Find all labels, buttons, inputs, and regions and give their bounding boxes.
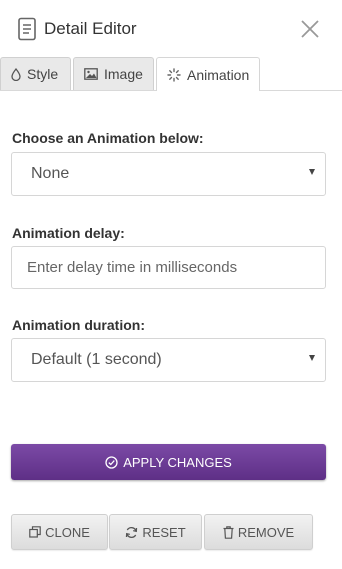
animation-duration-label: Animation duration: (12, 317, 145, 333)
chevron-down-icon (309, 169, 315, 175)
check-circle-icon (105, 455, 118, 469)
animation-delay-placeholder: Enter delay time in milliseconds (27, 259, 238, 276)
panel-title: Detail Editor (44, 19, 137, 38)
reset-button[interactable]: RESET (109, 514, 202, 550)
animation-select-label: Choose an Animation below: (12, 130, 204, 146)
tab-bar: Style Image Animation (0, 57, 342, 91)
apply-changes-button[interactable]: APPLY CHANGES (11, 444, 326, 480)
clone-icon (29, 526, 41, 538)
close-icon[interactable] (300, 19, 320, 39)
animation-select-value: None (31, 165, 70, 182)
spinner-icon (167, 67, 181, 82)
image-icon (84, 68, 98, 80)
animation-select[interactable]: None (11, 152, 326, 196)
tab-animation[interactable]: Animation (156, 57, 260, 91)
refresh-icon (126, 526, 138, 538)
document-icon (18, 17, 36, 41)
remove-label: REMOVE (237, 524, 295, 540)
clone-button[interactable]: CLONE (11, 514, 108, 550)
tab-image-label: Image (104, 66, 143, 82)
animation-delay-label: Animation delay: (12, 225, 125, 241)
panel-header: Detail Editor (0, 0, 342, 58)
tab-style-label: Style (27, 66, 59, 82)
animation-delay-input[interactable]: Enter delay time in milliseconds (11, 246, 326, 289)
tab-style[interactable]: Style (0, 57, 71, 90)
chevron-down-icon (309, 355, 315, 361)
remove-button[interactable]: REMOVE (204, 514, 313, 550)
reset-label: RESET (142, 524, 186, 540)
tab-image[interactable]: Image (73, 57, 154, 90)
apply-changes-label: APPLY CHANGES (123, 454, 232, 470)
tab-animation-label: Animation (187, 66, 250, 83)
animation-duration-value: Default (1 second) (31, 351, 162, 368)
droplet-icon (11, 67, 21, 81)
trash-icon (223, 525, 234, 539)
clone-label: CLONE (45, 524, 90, 540)
animation-duration-select[interactable]: Default (1 second) (11, 338, 326, 382)
